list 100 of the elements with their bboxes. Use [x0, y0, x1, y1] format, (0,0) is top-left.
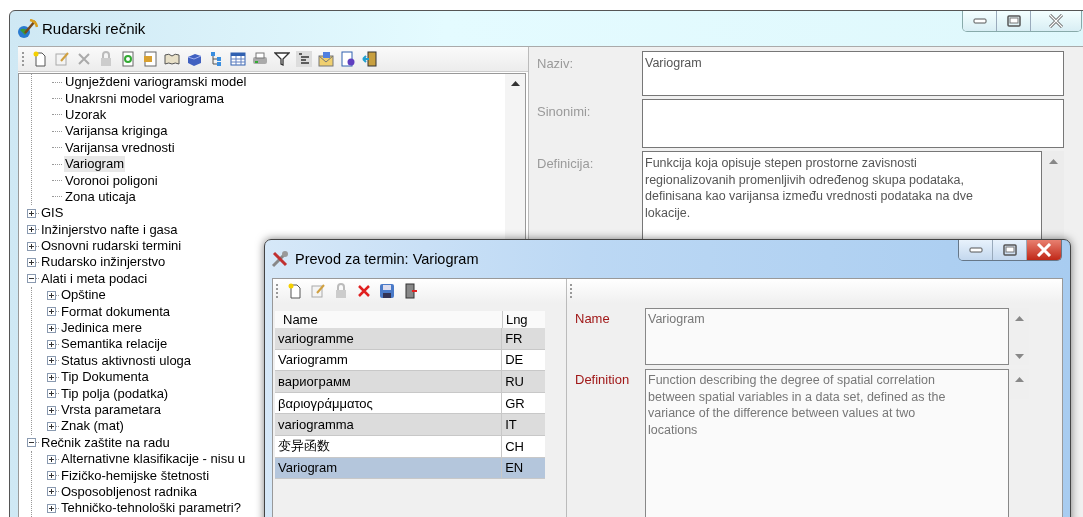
exit-door-icon[interactable] — [362, 51, 378, 67]
tree-item[interactable]: Osnovni rudarski termini — [40, 238, 183, 255]
tree-item[interactable]: Uzorak — [64, 106, 108, 123]
scroll-up-icon[interactable] — [510, 81, 520, 86]
table-cell-text: RU — [504, 373, 525, 391]
expand-icon[interactable] — [27, 208, 36, 218]
expand-icon[interactable] — [47, 421, 56, 431]
table-row[interactable]: variogramma IT — [275, 414, 545, 436]
table-cell-text: DE — [504, 351, 525, 370]
table-cell-text: GR — [504, 394, 526, 413]
tree-item[interactable]: Tip Dokumenta — [60, 369, 150, 386]
text-field[interactable] — [642, 99, 1064, 148]
maximize-button[interactable] — [993, 240, 1027, 260]
expand-icon[interactable] — [47, 503, 56, 513]
tree-item[interactable]: Fizičko-hemijske štetnosti — [60, 467, 211, 484]
tree-icon[interactable] — [208, 51, 224, 67]
field-label: Sinonimi: — [536, 103, 592, 121]
tools-icon — [271, 250, 289, 268]
list-icon[interactable] — [296, 51, 312, 67]
tree-item[interactable]: Status aktivnosti uloga — [60, 352, 193, 369]
tree-item[interactable]: Opštine — [60, 287, 107, 304]
table-row[interactable]: Variogram EN — [275, 457, 545, 480]
book-icon[interactable] — [164, 51, 180, 67]
expand-icon[interactable] — [47, 307, 56, 317]
table-cell: Variogram — [275, 457, 503, 479]
tree-item[interactable]: Tehničko-tehnološki parametri? — [60, 500, 242, 517]
tree-item[interactable]: Alternativne klasifikacije - nisu u — [60, 451, 247, 468]
tree-item[interactable]: Jedinica mere — [60, 320, 143, 337]
column-header[interactable]: Lng — [502, 311, 545, 328]
table-cell: Variogramm — [275, 349, 503, 371]
table-row[interactable]: вариограмм RU — [275, 371, 545, 393]
maximize-icon — [1002, 244, 1017, 256]
minimize-button[interactable] — [959, 240, 993, 260]
tree-item[interactable]: Voronoi poligoni — [64, 172, 159, 189]
scroll-down-icon[interactable] — [1014, 354, 1024, 359]
tree-item[interactable]: Rečnik zaštite na radu — [40, 434, 171, 451]
save-icon[interactable] — [379, 283, 395, 299]
tree-item[interactable]: Vrsta parametara — [60, 402, 162, 418]
expand-icon[interactable] — [47, 389, 56, 399]
expand-icon[interactable] — [47, 339, 56, 349]
field-label: Definition — [574, 371, 631, 389]
tree-item[interactable]: Znak (mat) — [60, 418, 125, 435]
table-cell-text: FR — [504, 329, 524, 348]
field-label: Definicija: — [536, 155, 595, 173]
table-cell: variogramma — [275, 414, 503, 435]
table-row[interactable]: variogramme FR — [275, 328, 545, 350]
expand-icon[interactable] — [27, 225, 36, 235]
exit-door-icon[interactable] — [402, 283, 418, 299]
expand-icon[interactable] — [47, 487, 56, 497]
minimize-icon — [968, 247, 983, 253]
tree-item[interactable]: Zona uticaja — [64, 188, 137, 205]
tree-item[interactable]: GIS — [40, 205, 65, 222]
tree-item[interactable]: Inžinjerstvo nafte i gasa — [40, 221, 179, 238]
text-field[interactable]: Function describing the degree of spatial correlation between spatial variables in a data set, defined as the variance of the difference between values at two locations — [645, 369, 1009, 517]
expand-icon[interactable] — [47, 405, 56, 415]
tree-item[interactable]: Alati i meta podaci — [40, 270, 149, 287]
table-row[interactable]: 变异函数 CH — [275, 435, 545, 458]
close-button[interactable] — [1027, 240, 1061, 260]
window-title: Rudarski rečnik — [42, 20, 146, 37]
collapse-icon[interactable] — [27, 274, 36, 284]
expand-icon[interactable] — [27, 258, 36, 267]
close-icon — [1036, 243, 1052, 257]
maximize-icon — [1006, 15, 1021, 27]
tree-item[interactable]: Varijansa kriginga — [64, 123, 169, 140]
tree-item[interactable]: Varijansa vrednosti — [64, 139, 176, 156]
field-label: Name — [574, 310, 611, 328]
pickaxe-globe-icon — [16, 18, 38, 39]
expand-icon[interactable] — [47, 454, 56, 464]
expand-icon[interactable] — [47, 290, 56, 300]
tree-item[interactable]: Semantika relacije — [60, 336, 169, 353]
table-row[interactable]: Variogramm DE — [275, 349, 545, 372]
cube-icon[interactable] — [186, 51, 202, 67]
tree-item[interactable]: Osposobljenost radnika — [60, 483, 198, 500]
table-cell-text: IT — [504, 416, 518, 435]
field-label: Naziv: — [536, 55, 575, 73]
tree-item[interactable]: Unakrsni model variograma — [64, 90, 225, 107]
tree-item[interactable]: Format dokumenta — [60, 303, 172, 320]
text-field[interactable]: Variogram — [645, 308, 1009, 365]
expand-icon[interactable] — [47, 372, 56, 382]
maximize-button[interactable] — [997, 11, 1031, 31]
expand-icon[interactable] — [47, 323, 56, 333]
table-cell: variogramme — [275, 328, 503, 349]
dialog-title: Prevod za termin: Variogram — [295, 251, 479, 267]
tree-item[interactable]: Variogram — [64, 156, 125, 173]
tree-item[interactable]: Ugnježdeni variogramski model — [64, 74, 248, 91]
tree-item[interactable]: Tip polja (podatka) — [60, 385, 170, 402]
tree-item[interactable]: Rudarsko inžinjerstvo — [40, 254, 167, 271]
close-button[interactable] — [1031, 11, 1081, 31]
expand-icon[interactable] — [47, 356, 56, 366]
collapse-icon[interactable] — [27, 438, 36, 448]
table-row[interactable]: βαριογράμματος GR — [275, 392, 545, 415]
expand-icon[interactable] — [27, 241, 36, 251]
table-icon[interactable] — [230, 51, 246, 67]
envelope-icon[interactable] — [318, 51, 334, 67]
delete-icon[interactable] — [356, 283, 372, 299]
text-field[interactable]: Variogram — [642, 51, 1064, 96]
expand-icon[interactable] — [47, 471, 56, 481]
printer-icon[interactable] — [252, 51, 268, 67]
filter-icon[interactable] — [274, 51, 290, 67]
new-document-icon[interactable] — [32, 51, 48, 67]
